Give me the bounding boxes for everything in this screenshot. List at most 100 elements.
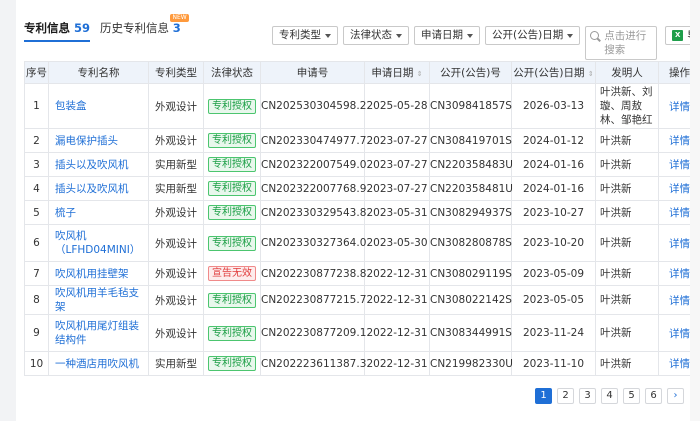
cell-status: 专利授权 (203, 176, 261, 201)
excel-icon: X (672, 30, 684, 41)
tab-label: 专利信息 (24, 21, 70, 35)
status-badge: 专利授权 (208, 98, 256, 114)
col-header-app-date[interactable]: 申请日期 ⇕ (364, 61, 430, 84)
table-row: 2 漏电保护插头 外观设计 专利授权 CN202330474977.7 2023-07-2… (24, 128, 700, 153)
cell-pub-date: 2023-05-09 (511, 261, 596, 286)
cell-app-no: CN202330329543.8 (260, 200, 366, 225)
cell-patent-name-link[interactable]: 插头以及吹风机 (48, 152, 149, 177)
cell-app-no: CN202223611387.3 (260, 351, 366, 376)
tab-history-patent-info[interactable]: 历史专利信息 3 NEW (100, 14, 189, 42)
cell-type: 外观设计 (148, 261, 204, 286)
cell-pub-date: 2023-10-27 (511, 200, 596, 225)
cell-pub-no: CN220358483U (429, 152, 513, 177)
dropdown-label: 申请日期 (421, 29, 463, 41)
cell-inventor: 叶洪新 (595, 152, 659, 177)
status-badge: 专利授权 (208, 235, 256, 251)
status-badge: 专利授权 (208, 157, 256, 172)
page-button[interactable]: 3 (579, 388, 596, 404)
cell-inventor: 叶洪新 (595, 200, 659, 225)
cell-inventor: 叶洪新 (595, 351, 659, 376)
cell-no: 8 (24, 285, 49, 315)
page-button[interactable]: 4 (601, 388, 618, 404)
cell-no: 2 (24, 128, 49, 153)
cell-pub-date: 2023-10-20 (511, 224, 596, 262)
cell-app-date: 2023-05-31 (364, 200, 430, 225)
cell-status: 专利授权 (203, 224, 261, 262)
cell-pub-no: CN308344991S (429, 314, 512, 352)
apply-date-dropdown[interactable]: 申请日期 (414, 26, 480, 45)
cell-patent-name-link[interactable]: 吹风机（LFHD04MINI） (48, 224, 149, 262)
cell-no: 6 (24, 224, 49, 262)
table-row: 10 一种酒店用吹风机 实用新型 专利授权 CN202223611387.3 2022-1… (24, 351, 700, 376)
table-row: 8 吹风机用羊毛毡支架 外观设计 专利授权 CN202230877215.7 2022-1… (24, 285, 700, 315)
col-header-pub-date[interactable]: 公开(公告)日期 ⇕ (511, 61, 596, 84)
cell-no: 7 (24, 261, 49, 286)
cell-type: 外观设计 (148, 224, 204, 262)
search-placeholder: 点击进行搜索 (604, 30, 647, 56)
col-header-app-no: 申请号 (260, 61, 365, 84)
table-row: 6 吹风机（LFHD04MINI） 外观设计 专利授权 CN202330327364.0… (24, 224, 700, 262)
cell-pub-no: CN308280878S (429, 224, 512, 262)
table-row: 1 包装盒 外观设计 专利授权 CN202530304598.2 2025-05-28 CN… (24, 83, 700, 129)
cell-patent-name-link[interactable]: 吹风机用挂壁架 (48, 261, 149, 286)
cell-pub-no: CN308029119S (429, 261, 512, 286)
header-label: 申请日期 (371, 67, 414, 79)
cell-patent-name-link[interactable]: 一种酒店用吹风机 (48, 351, 149, 376)
legal-status-dropdown[interactable]: 法律状态 (343, 26, 409, 45)
cell-type: 外观设计 (148, 314, 204, 352)
cell-patent-name-link[interactable]: 插头以及吹风机 (48, 176, 149, 201)
status-badge: 专利授权 (208, 356, 256, 371)
new-badge: NEW (170, 14, 189, 22)
header-label: 公开(公告)日期 (513, 67, 585, 79)
page-button[interactable]: 1 (535, 388, 552, 404)
col-header-name: 专利名称 (48, 61, 149, 84)
cell-status: 专利授权 (203, 351, 261, 376)
cell-inventor: 叶洪新 (595, 224, 659, 262)
caret-down-icon (467, 33, 473, 38)
next-page-button[interactable]: › (667, 388, 684, 404)
cell-pub-date: 2024-01-16 (511, 176, 596, 201)
page-button[interactable]: 6 (645, 388, 662, 404)
cell-status: 专利授权 (203, 152, 261, 177)
cell-patent-name-link[interactable]: 包装盒 (48, 83, 149, 129)
tab-bar: 专利信息 59 历史专利信息 3 NEW (24, 14, 189, 42)
pagination: 1 2 3 4 5 6 › (535, 388, 684, 404)
cell-type: 外观设计 (148, 128, 204, 153)
patent-type-dropdown[interactable]: 专利类型 (272, 26, 338, 45)
cell-no: 9 (24, 314, 49, 352)
cell-type: 外观设计 (148, 285, 204, 315)
cell-pub-no: CN308294937S (429, 200, 512, 225)
cell-type: 实用新型 (148, 351, 204, 376)
cell-pub-date: 2026-03-13 (511, 83, 596, 129)
patent-table: 序号 专利名称 专利类型 法律状态 申请号 申请日期 ⇕ 公开(公告)号 公开(… (24, 61, 700, 376)
cell-app-date: 2023-05-30 (364, 224, 430, 262)
search-input[interactable]: 点击进行搜索 (585, 26, 658, 60)
cell-app-date: 2023-07-27 (364, 152, 430, 177)
page-button[interactable]: 2 (557, 388, 574, 404)
cell-status: 专利授权 (203, 83, 261, 129)
cell-no: 5 (24, 200, 49, 225)
cell-patent-name-link[interactable]: 吹风机用尾灯组装结构件 (48, 314, 149, 352)
cell-patent-name-link[interactable]: 吹风机用羊毛毡支架 (48, 285, 149, 315)
cell-no: 3 (24, 152, 49, 177)
cell-patent-name-link[interactable]: 梳子 (48, 200, 149, 225)
cell-app-date: 2022-12-31 (364, 351, 430, 376)
cell-pub-date: 2023-05-05 (511, 285, 596, 315)
dropdown-label: 专利类型 (279, 29, 321, 41)
sort-icon[interactable]: ⇕ (417, 70, 423, 78)
cell-pub-no: CN308022142S (429, 285, 512, 315)
tab-patent-info[interactable]: 专利信息 59 (24, 20, 91, 42)
pub-date-dropdown[interactable]: 公开(公告)日期 (485, 26, 581, 45)
cell-pub-date: 2023-11-10 (511, 351, 596, 376)
sort-icon[interactable]: ⇕ (588, 70, 594, 78)
search-icon (590, 31, 600, 40)
cell-no: 10 (24, 351, 49, 376)
cell-patent-name-link[interactable]: 漏电保护插头 (48, 128, 149, 153)
page-scrollbar[interactable] (690, 0, 700, 421)
cell-status: 专利授权 (203, 128, 261, 153)
cell-inventor: 叶洪新、刘璇、周敖林、邹艳红 (595, 83, 659, 129)
cell-app-no: CN202230877238.8 (260, 261, 366, 286)
cell-app-date: 2025-05-28 (364, 83, 430, 129)
page-button[interactable]: 5 (623, 388, 640, 404)
cell-app-no: CN202230877209.1 (260, 314, 366, 352)
